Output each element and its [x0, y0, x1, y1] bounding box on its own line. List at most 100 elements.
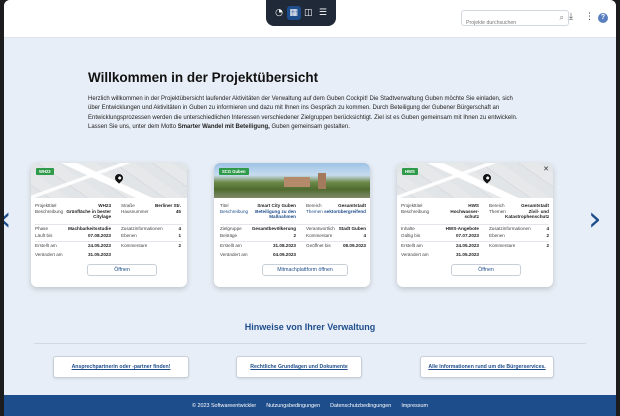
field-label: Verändert am	[220, 252, 248, 257]
card-photo-image: SCG Guben	[214, 163, 370, 198]
field-label: Straße	[121, 203, 135, 208]
field-value: Gesamtstadt	[521, 203, 549, 208]
find-contact-button[interactable]: Ansprechpartnerin oder -partner finden!	[53, 356, 189, 378]
field-label: Erstellt am	[35, 243, 57, 248]
field-value: 4	[178, 226, 181, 231]
field-value: 07.07.2023	[456, 233, 479, 238]
field-value: 4	[363, 233, 366, 238]
field-value: Grünfläche in bester Citylage	[66, 209, 111, 220]
field-label: Beschreibung	[35, 209, 64, 214]
download-icon[interactable]: ⤓	[569, 13, 573, 22]
map-pin-icon	[481, 172, 493, 184]
field-value: 07.08.2023	[88, 233, 111, 238]
section-divider	[34, 343, 586, 344]
card-badge: WH23	[36, 168, 54, 175]
footer-link-terms[interactable]: Nutzungsbedingungen	[266, 403, 320, 409]
field-label: Zusatzinformationen	[121, 226, 163, 231]
field-label: Kommentare	[121, 243, 148, 248]
field-value: 31.08.2023	[273, 243, 296, 248]
field-label: Erstellt am	[401, 243, 423, 248]
list-icon[interactable]: ☰	[316, 6, 330, 20]
more-icon[interactable]: ⋮	[585, 13, 594, 22]
help-icon[interactable]: ?	[598, 13, 608, 23]
field-label: Phase	[35, 226, 49, 231]
card-map-image: WH23	[31, 163, 187, 198]
card-divider	[220, 224, 366, 225]
field-label: Beschreibung	[401, 209, 430, 214]
view-toggle: ◔ ▦ ◫ ☰	[266, 0, 336, 26]
footer-copyright: © 2023 Softwareentwickler	[192, 402, 257, 409]
field-value: 2	[546, 243, 549, 248]
card-divider	[401, 241, 549, 242]
project-card[interactable]: HWS ✕ Projekttitel HWS Bereich Gesamtsta…	[397, 163, 553, 287]
field-value: Smart City Guben	[257, 203, 296, 208]
card-map-image: HWS ✕	[397, 163, 553, 198]
project-card[interactable]: SCG Guben Titel Smart City Guben Bereich…	[214, 163, 370, 287]
carousel-prev-icon[interactable]: ‹	[4, 202, 12, 236]
field-label: Läuft bis	[35, 233, 53, 238]
field-label: Titel	[220, 203, 229, 208]
field-label: Ebenen	[489, 233, 505, 238]
field-value: 2	[178, 243, 181, 248]
field-label: Zusatzinformationen	[489, 226, 531, 231]
footer: © 2023 Softwareentwickler Nutzungsbeding…	[4, 395, 616, 416]
field-label: Erstellt am	[220, 243, 242, 248]
footer-link-imprint[interactable]: Impressum	[401, 403, 428, 409]
legal-documents-button[interactable]: Rechtliche Grundlagen und Dokumente	[236, 356, 362, 378]
field-value: Gesamtbevölkerung	[251, 226, 296, 231]
field-label: Beiträge	[220, 233, 238, 238]
search-icon[interactable]: ⌕	[560, 13, 564, 23]
close-icon[interactable]: ✕	[543, 165, 549, 173]
field-label: Gültig bis	[401, 233, 421, 238]
top-bar: ◔ ▦ ◫ ☰ ⌕ ⤓ ⋮ ?	[4, 0, 616, 38]
field-value: 08.09.2023	[343, 243, 366, 248]
field-label: Zielgruppe	[220, 226, 242, 231]
field-value: 45	[175, 209, 181, 214]
map-icon[interactable]: ◫	[301, 6, 315, 20]
field-label: Ebenen	[121, 233, 137, 238]
field-value: Beteiligung zu den Maßnahmen	[255, 209, 296, 220]
map-pin-icon	[113, 172, 125, 184]
field-value: HWS	[468, 203, 479, 208]
field-label: Beschreibung	[220, 209, 249, 214]
field-value: HWS-Angebote	[445, 226, 479, 231]
field-value: 04.09.2023	[273, 252, 296, 257]
field-label: Verändert am	[401, 252, 429, 257]
card-badge: HWS	[402, 168, 418, 175]
photo-building	[284, 177, 310, 187]
open-button[interactable]: Öffnen	[87, 264, 157, 276]
footer-link-privacy[interactable]: Datenschutzbedingungen	[330, 403, 391, 409]
field-value: 24.05.2023	[88, 243, 111, 248]
carousel-next-icon[interactable]: ›	[588, 202, 602, 236]
field-value: WH23	[98, 203, 111, 208]
dashboard-icon[interactable]: ◔	[272, 6, 286, 20]
field-value: Berliner Str.	[154, 203, 181, 208]
field-value: Gesamtstadt	[338, 203, 366, 208]
grid-icon[interactable]: ▦	[286, 6, 301, 20]
hints-title: Hinweise von Ihrer Verwaltung	[244, 322, 376, 332]
field-value: 31.05.2023	[88, 252, 111, 257]
field-value: Zivil- und Katastrophenschutz	[505, 209, 550, 220]
card-divider	[35, 224, 183, 225]
field-value: 31.05.2023	[456, 252, 479, 257]
field-label: Geöffnet bis	[306, 243, 331, 248]
field-label: Kommentare	[306, 233, 333, 238]
field-value: 1	[178, 233, 181, 238]
field-label: Hausnummer	[121, 209, 149, 214]
search-box: ⌕	[461, 10, 569, 30]
intro-motto: Smarter Wandel mit Beteiligung,	[177, 124, 270, 131]
search-input[interactable]	[462, 16, 548, 30]
field-label: Verändert am	[35, 252, 63, 257]
field-value: Stadt Guben	[338, 226, 366, 231]
field-value: sektorübergreifend	[324, 209, 366, 214]
card-divider	[401, 224, 549, 225]
field-label: Projekttitel	[35, 203, 57, 208]
citizen-services-button[interactable]: Alle Informationen rund um die Bürgerser…	[420, 356, 554, 378]
card-divider	[220, 241, 366, 242]
field-label: Themen	[489, 209, 506, 214]
open-button[interactable]: Öffnen	[451, 264, 521, 276]
project-card[interactable]: WH23 Projekttitel WH23 Straße Berliner S…	[31, 163, 187, 287]
open-platform-button[interactable]: Mitmachplattform öffnen	[262, 264, 348, 276]
intro-text: Herzlich willkommen in der Projektübersi…	[88, 95, 524, 133]
field-value: 2	[546, 233, 549, 238]
